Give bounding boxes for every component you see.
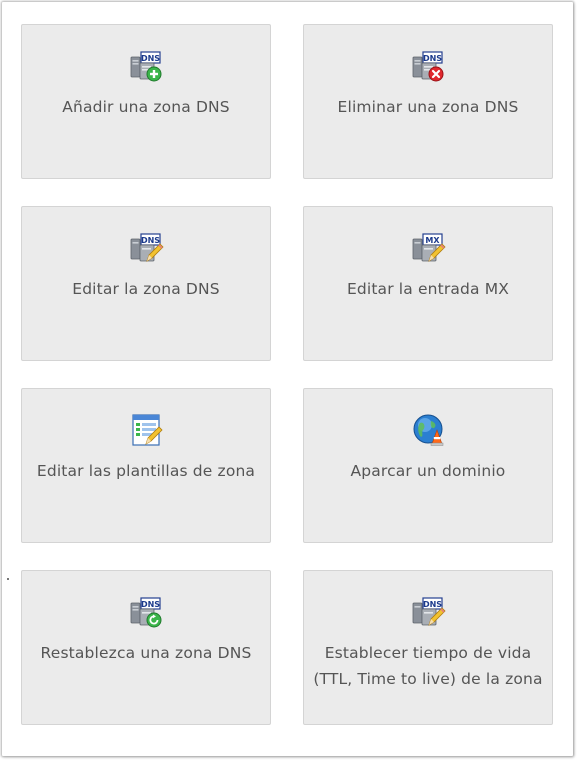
dns-add-icon: DNS — [130, 51, 162, 82]
park-domain-button[interactable]: Aparcar un dominio — [303, 388, 553, 543]
edit-zone-templates-label: Editar las plantillas de zona — [36, 462, 256, 480]
dns-ttl-icon: DNS — [412, 597, 446, 626]
add-dns-zone-button[interactable]: DNS Añadir una zona DNS — [21, 24, 271, 179]
park-domain-icon — [413, 414, 444, 446]
svg-text:DNS: DNS — [423, 600, 442, 609]
template-edit-icon — [132, 414, 163, 446]
edit-mx-record-label: Editar la entrada MX — [346, 280, 510, 298]
svg-text:MX: MX — [425, 236, 440, 245]
mx-edit-icon: MX — [412, 233, 446, 262]
edit-mx-record-button[interactable]: MX Editar la entrada MX — [303, 206, 553, 361]
edit-dns-zone-label: Editar la zona DNS — [72, 280, 220, 298]
dns-functions-panel: DNS Añadir una zona DNS DNS Eliminar una… — [2, 2, 573, 756]
svg-text:DNS: DNS — [141, 236, 160, 245]
set-zone-ttl-label: Establecer tiempo de vida (TTL, Time to … — [313, 644, 543, 688]
svg-text:DNS: DNS — [141, 600, 160, 609]
stray-dot — [7, 578, 9, 580]
set-zone-ttl-button[interactable]: DNS Establecer tiempo de vida (TTL, Time… — [303, 570, 553, 725]
dns-reset-icon: DNS — [130, 597, 162, 628]
delete-dns-zone-label: Eliminar una zona DNS — [337, 98, 519, 116]
edit-zone-templates-button[interactable]: Editar las plantillas de zona — [21, 388, 271, 543]
edit-dns-zone-button[interactable]: DNS Editar la zona DNS — [21, 206, 271, 361]
dns-delete-icon: DNS — [412, 51, 444, 82]
reset-dns-zone-button[interactable]: DNS Restablezca una zona DNS — [21, 570, 271, 725]
svg-text:DNS: DNS — [423, 54, 442, 63]
delete-dns-zone-button[interactable]: DNS Eliminar una zona DNS — [303, 24, 553, 179]
dns-edit-icon: DNS — [130, 233, 164, 262]
reset-dns-zone-label: Restablezca una zona DNS — [40, 644, 252, 662]
park-domain-label: Aparcar un dominio — [350, 462, 506, 480]
svg-text:DNS: DNS — [141, 54, 160, 63]
add-dns-zone-label: Añadir una zona DNS — [62, 98, 230, 116]
